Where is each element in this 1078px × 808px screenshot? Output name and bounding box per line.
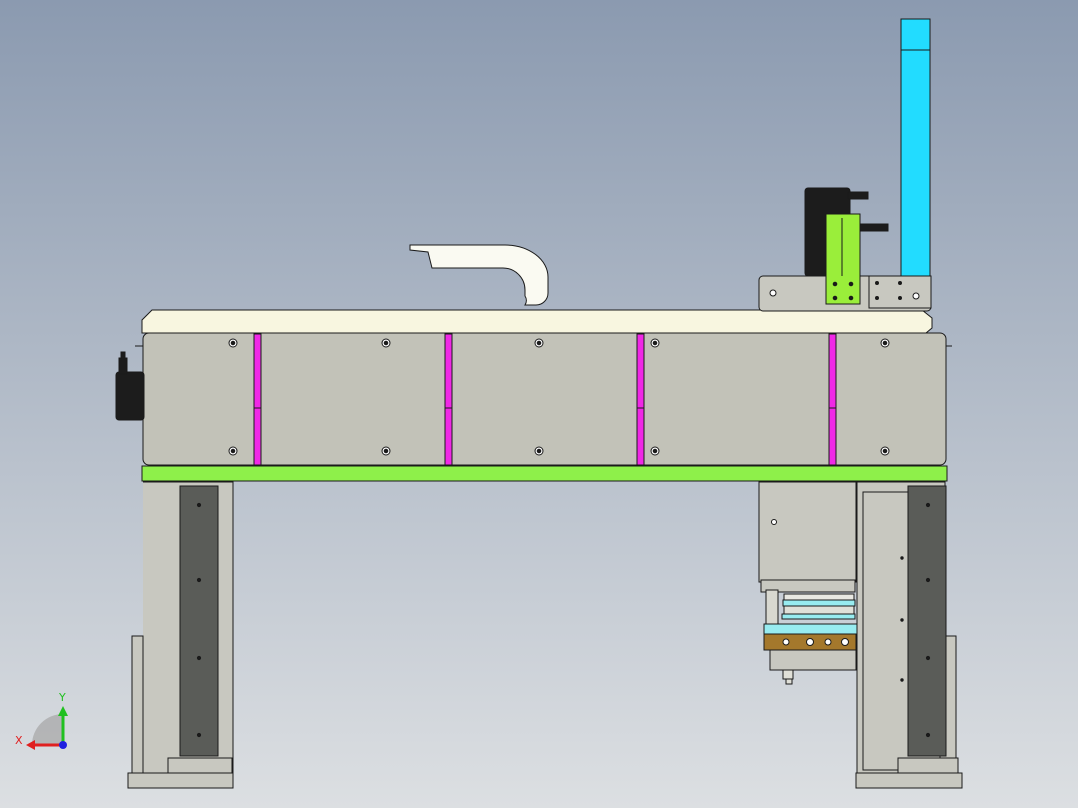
right-leg	[855, 481, 963, 789]
left-leg-slot	[179, 485, 219, 757]
left-leg	[127, 481, 234, 789]
top-plate	[141, 309, 933, 334]
beam-housing	[142, 332, 947, 466]
y-axis-label: Y	[58, 691, 66, 704]
green-base-plate	[141, 465, 948, 482]
green-mount-bracket	[825, 213, 861, 305]
x-axis-label: X	[15, 734, 23, 747]
right-leg-slot	[907, 485, 947, 757]
cad-drawing: X Y	[0, 0, 1078, 808]
cad-viewport[interactable]: X Y	[0, 0, 1078, 808]
z-axis-carriage	[758, 481, 858, 685]
cyan-vertical-beam	[900, 18, 931, 277]
z-axis-dot	[59, 741, 67, 749]
